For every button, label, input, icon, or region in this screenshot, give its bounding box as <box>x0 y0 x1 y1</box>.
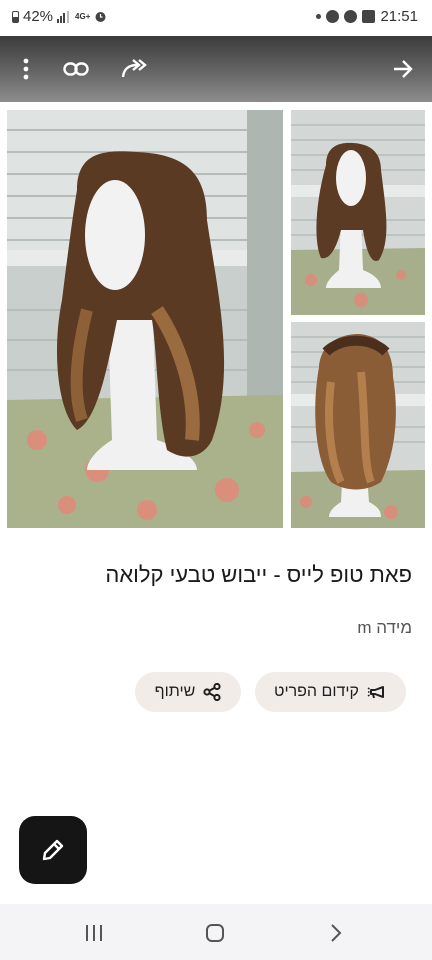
image-gallery <box>0 102 432 532</box>
clock: 21:51 <box>380 8 418 25</box>
link-icon[interactable] <box>62 55 90 83</box>
edit-fab-button[interactable] <box>19 816 87 884</box>
back-chevron-icon[interactable] <box>323 920 349 946</box>
alarm-icon <box>95 12 106 22</box>
gallery-icon <box>362 10 376 23</box>
top-toolbar <box>0 36 432 102</box>
battery-icon <box>12 10 19 23</box>
notification-dot-icon <box>316 14 322 19</box>
product-title: פאת טופ לייס - ייבוש טבעי קלואה <box>105 562 412 587</box>
thumbnail-photo-back[interactable] <box>291 322 425 528</box>
system-nav-bar <box>0 904 432 960</box>
share-arrow-icon[interactable] <box>120 55 148 83</box>
share-button[interactable]: שיתוף <box>135 672 241 712</box>
signal-icon <box>57 10 70 23</box>
more-vert-icon[interactable] <box>12 55 40 83</box>
main-product-photo[interactable] <box>7 110 283 528</box>
pencil-icon <box>42 839 64 861</box>
status-left: 42% 4G+ <box>12 8 107 25</box>
megaphone-icon <box>367 686 384 699</box>
recent-apps-icon[interactable] <box>81 920 107 946</box>
whatsapp-icon <box>344 10 358 23</box>
share-icon <box>203 683 221 701</box>
status-right: 21:51 <box>316 8 418 25</box>
messages-icon <box>326 10 340 23</box>
battery-percent: 42% <box>23 8 54 25</box>
thumbnail-photo-front[interactable] <box>291 110 425 315</box>
promote-item-button[interactable]: קידום הפריט <box>255 672 406 712</box>
status-bar: 42% 4G+ 21:51 <box>0 0 432 36</box>
network-type: 4G+ <box>75 11 91 21</box>
promote-item-label: קידום הפריט <box>274 683 359 700</box>
home-icon[interactable] <box>202 920 228 946</box>
forward-arrow-icon[interactable] <box>389 55 417 83</box>
share-label: שיתוף <box>154 683 196 700</box>
product-size: מידה m <box>357 618 412 637</box>
